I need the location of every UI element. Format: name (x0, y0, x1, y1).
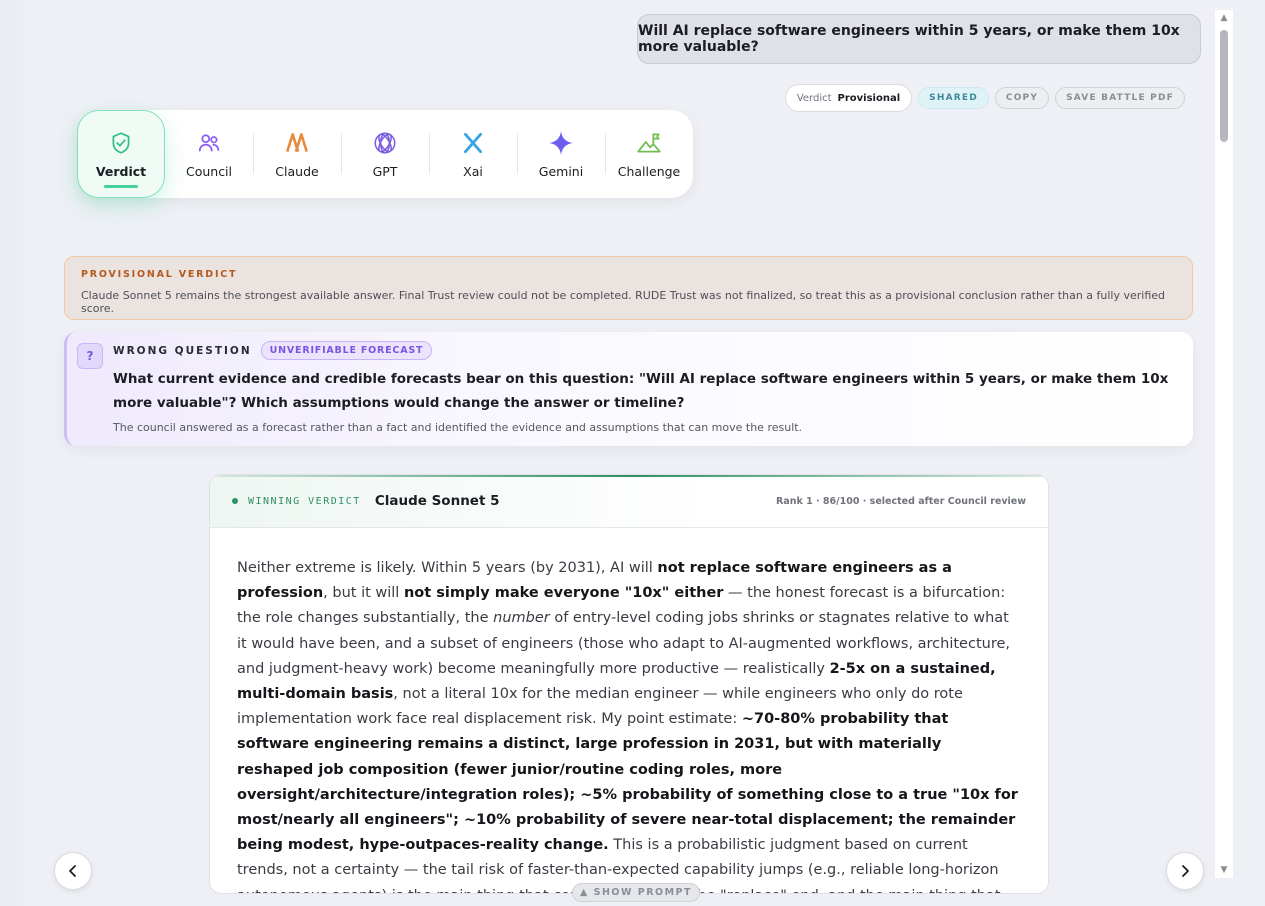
verdict-status-prefix: Verdict (796, 92, 832, 104)
winning-verdict-label: WINNING VERDICT (248, 495, 361, 507)
sparkle-icon (549, 130, 573, 155)
status-dot (232, 498, 238, 504)
tab-verdict[interactable]: Verdict (77, 110, 165, 198)
tab-label: Xai (463, 163, 483, 179)
tab-xai[interactable]: Xai (429, 110, 517, 198)
tab-label: Gemini (538, 163, 584, 179)
provisional-verdict-text: Claude Sonnet 5 remains the strongest av… (81, 289, 1166, 315)
verdict-text: Neither extreme is likely. Within 5 year… (237, 560, 658, 576)
reframed-question: What current evidence and credible forec… (113, 371, 1169, 411)
active-tab-indicator (104, 185, 138, 188)
wrong-question-card: ? WRONG QUESTION UNVERIFIABLE FORECAST W… (64, 332, 1193, 446)
verdict-body: Neither extreme is likely. Within 5 year… (210, 528, 1048, 893)
winning-verdict-header: WINNING VERDICT Claude Sonnet 5 Rank 1 ·… (210, 475, 1048, 528)
tab-label: Claude (275, 163, 319, 179)
winning-model-name: Claude Sonnet 5 (374, 493, 500, 509)
chevron-left-icon (69, 865, 76, 877)
claude-logo-icon (286, 132, 308, 152)
verdict-text: , but it will (323, 585, 404, 602)
scroll-down-arrow-icon[interactable]: ▼ (1219, 865, 1229, 875)
verdict-action-row: Verdict Provisional SHARED COPY SAVE BAT… (784, 84, 1185, 112)
app-root: Will AI replace software engineers withi… (0, 0, 1265, 906)
openai-logo-icon (374, 131, 396, 154)
verdict-status-value: Provisional (837, 92, 901, 104)
tab-council[interactable]: Council (165, 110, 253, 198)
tab-label: Challenge (617, 163, 681, 179)
winning-verdict-card: WINNING VERDICT Claude Sonnet 5 Rank 1 ·… (209, 474, 1049, 894)
tab-gemini[interactable]: Gemini (517, 110, 605, 198)
unverifiable-forecast-tag: UNVERIFIABLE FORECAST (260, 341, 433, 360)
provisional-verdict-banner: PROVISIONAL VERDICT Claude Sonnet 5 rema… (64, 256, 1193, 320)
verdict-emphasis: ~70-80% probability that software engine… (237, 711, 1018, 854)
wrong-question-header: WRONG QUESTION UNVERIFIABLE FORECAST (113, 341, 433, 360)
save-pdf-button[interactable]: SAVE BATTLE PDF (1055, 87, 1185, 109)
tab-claude[interactable]: Claude (253, 110, 341, 198)
tab-challenge[interactable]: Challenge (605, 110, 693, 198)
next-button[interactable] (1166, 852, 1204, 890)
copy-button[interactable]: COPY (994, 87, 1050, 109)
rank-score: Rank 1 · 86/100 · selected after Council… (775, 495, 1026, 507)
verdict-italic: number (493, 610, 550, 627)
provisional-verdict-title: PROVISIONAL VERDICT (81, 269, 238, 280)
wrong-question-note: The council answered as a forecast rathe… (113, 421, 803, 434)
chevron-right-icon (1182, 865, 1189, 877)
question-mark-icon: ? (77, 343, 103, 369)
scrollbar-thumb[interactable] (1220, 30, 1228, 142)
shield-check-icon (112, 131, 130, 154)
show-prompt-button[interactable]: ▲ SHOW PROMPT (572, 883, 700, 902)
shared-button[interactable]: SHARED (918, 87, 989, 109)
verdict-emphasis: not simply make everyone "10x" either (403, 585, 724, 602)
user-question-bubble: Will AI replace software engineers withi… (637, 14, 1201, 64)
users-icon (198, 133, 220, 151)
x-logo-icon (464, 132, 482, 153)
mountain-flag-icon (637, 132, 661, 153)
tab-label: GPT (372, 163, 398, 179)
tab-label: Council (185, 163, 233, 179)
model-tab-bar: Verdict Council Claude GPT Xai Gemini Ch… (77, 110, 693, 198)
previous-button[interactable] (54, 852, 92, 890)
verdict-status-pill[interactable]: Verdict Provisional (784, 84, 913, 112)
wrong-question-title: WRONG QUESTION (113, 344, 252, 357)
page-scrollbar[interactable]: ▲ ▼ (1215, 10, 1233, 878)
tab-gpt[interactable]: GPT (341, 110, 429, 198)
tab-label: Verdict (95, 163, 147, 179)
scroll-up-arrow-icon[interactable]: ▲ (1219, 13, 1229, 23)
